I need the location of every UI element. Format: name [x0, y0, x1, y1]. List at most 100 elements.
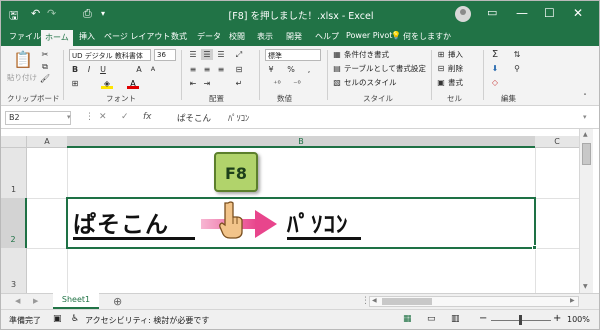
horizontal-scroll-thumb[interactable]: [382, 298, 432, 305]
align-right-icon[interactable]: ≡: [215, 64, 227, 75]
tab-file[interactable]: ファイル: [9, 31, 41, 42]
close-button[interactable]: ✕: [573, 6, 583, 20]
delete-cells-button[interactable]: 削除: [448, 63, 463, 74]
merge-center-icon[interactable]: ⊟: [233, 64, 245, 75]
row-header-1[interactable]: 1: [1, 148, 27, 198]
row-header-3[interactable]: 3: [1, 248, 27, 293]
account-avatar[interactable]: [455, 6, 471, 22]
vertical-scrollbar[interactable]: ▲ ▼: [579, 129, 593, 293]
conditional-format-icon[interactable]: ▦: [331, 49, 343, 60]
paste-icon[interactable]: 📋: [13, 50, 33, 70]
cell-styles-icon[interactable]: ▧: [331, 77, 343, 88]
insert-cells-icon[interactable]: ⊞: [435, 49, 447, 60]
column-header-b[interactable]: B: [67, 136, 535, 148]
copy-icon[interactable]: ⧉: [39, 61, 51, 72]
prev-sheet-icon[interactable]: ◀: [15, 297, 20, 305]
fill-color-icon[interactable]: ◈: [101, 78, 113, 89]
tab-developer[interactable]: 開発: [286, 31, 302, 42]
number-format-select[interactable]: 標準: [265, 49, 321, 61]
fill-handle[interactable]: [532, 245, 537, 250]
increase-indent-icon[interactable]: ⇥: [201, 78, 213, 89]
add-sheet-button[interactable]: ⊕: [113, 295, 122, 308]
tab-home[interactable]: ホーム: [41, 30, 73, 46]
scroll-up-icon[interactable]: ▲: [583, 131, 588, 138]
ribbon-display-button[interactable]: ▭: [487, 6, 497, 19]
align-top-icon[interactable]: ☰: [187, 49, 199, 60]
zoom-out-button[interactable]: −: [479, 313, 487, 324]
page-break-view-icon[interactable]: ▥: [451, 314, 460, 324]
format-cells-button[interactable]: 書式: [448, 77, 463, 88]
macro-record-icon[interactable]: ▣: [53, 314, 62, 324]
delete-cells-icon[interactable]: ⊟: [435, 63, 447, 74]
currency-icon[interactable]: ¥: [265, 64, 277, 75]
conditional-format-button[interactable]: 条件付き書式: [344, 49, 389, 60]
tab-view[interactable]: 表示: [257, 31, 273, 42]
format-table-icon[interactable]: ▤: [331, 63, 343, 74]
shrink-font-button[interactable]: A: [147, 64, 159, 75]
font-color-button[interactable]: A: [127, 78, 139, 89]
paste-button-label[interactable]: 貼り付け: [7, 72, 37, 83]
formula-more-icon[interactable]: ⋮: [85, 112, 94, 122]
fill-icon[interactable]: ⬇: [489, 63, 501, 74]
scroll-down-icon[interactable]: ▼: [583, 283, 588, 290]
autosum-button[interactable]: Σ: [489, 49, 501, 60]
tab-insert[interactable]: 挿入: [79, 31, 95, 42]
align-middle-icon[interactable]: ☰: [201, 49, 213, 60]
find-select-button[interactable]: ⚲: [511, 63, 523, 74]
zoom-slider-thumb[interactable]: [519, 315, 522, 325]
tab-formulas[interactable]: 数式: [171, 31, 187, 42]
tab-data[interactable]: データ: [197, 31, 221, 42]
zoom-in-button[interactable]: +: [553, 313, 561, 324]
tab-help[interactable]: ヘルプ: [315, 31, 339, 42]
format-painter-icon[interactable]: 🖌: [39, 73, 51, 84]
font-size-select[interactable]: 36: [154, 49, 176, 61]
column-header-a[interactable]: A: [27, 136, 67, 148]
align-left-icon[interactable]: ≡: [187, 64, 199, 75]
vertical-scroll-thumb[interactable]: [582, 143, 591, 165]
tell-me-search[interactable]: 何をしますか: [403, 31, 451, 42]
tab-page-layout[interactable]: ページ レイアウト: [104, 31, 170, 42]
cut-icon[interactable]: ✂: [39, 49, 51, 60]
wrap-text-icon[interactable]: ↵: [233, 78, 245, 89]
bold-button[interactable]: B: [69, 64, 81, 75]
row-header-2[interactable]: 2: [1, 198, 27, 248]
sheet-tab-sheet1[interactable]: Sheet1: [53, 293, 99, 309]
tab-review[interactable]: 校閲: [229, 31, 245, 42]
accessibility-icon[interactable]: ♿: [71, 314, 79, 324]
font-name-select[interactable]: UD デジタル 教科書体: [69, 49, 151, 61]
format-as-table-button[interactable]: テーブルとして書式設定: [344, 63, 426, 74]
scroll-left-icon[interactable]: ◀: [372, 297, 377, 304]
minimize-button[interactable]: —: [516, 6, 528, 20]
decrease-indent-icon[interactable]: ⇤: [187, 78, 199, 89]
underline-button[interactable]: U: [97, 64, 109, 75]
name-box-dropdown-icon[interactable]: ▾: [67, 113, 71, 121]
align-center-icon[interactable]: ≡: [201, 64, 213, 75]
expand-formula-bar-icon[interactable]: ▾: [583, 113, 587, 121]
select-all-corner[interactable]: [1, 136, 27, 148]
formula-content[interactable]: ぱそこん ﾊﾟｿｺﾝ: [177, 112, 249, 124]
column-header-c[interactable]: C: [535, 136, 579, 148]
insert-function-button[interactable]: fx: [143, 112, 152, 122]
zoom-level[interactable]: 100%: [567, 315, 590, 324]
align-bottom-icon[interactable]: ☰: [215, 49, 227, 60]
decrease-decimal-icon[interactable]: ⁻⁰: [291, 78, 303, 89]
name-box[interactable]: B2: [5, 111, 71, 125]
grow-font-button[interactable]: A: [133, 64, 145, 75]
tab-power-pivot[interactable]: Power Pivot: [346, 31, 392, 40]
collapse-ribbon-icon[interactable]: ˄: [579, 92, 591, 103]
scroll-right-icon[interactable]: ▶: [570, 297, 575, 304]
increase-decimal-icon[interactable]: ⁺⁰: [271, 78, 283, 89]
italic-button[interactable]: I: [83, 64, 95, 75]
enter-formula-button[interactable]: ✓: [121, 112, 129, 122]
format-cells-icon[interactable]: ▣: [435, 77, 447, 88]
maximize-button[interactable]: ☐: [544, 6, 555, 20]
comma-button[interactable]: ,: [303, 64, 315, 75]
border-icon[interactable]: ⊞: [69, 78, 81, 89]
normal-view-icon[interactable]: ▦: [403, 314, 412, 324]
insert-cells-button[interactable]: 挿入: [448, 49, 463, 60]
clear-icon[interactable]: ◇: [489, 77, 501, 88]
accessibility-status[interactable]: アクセシビリティ: 検討が必要です: [85, 315, 209, 326]
sort-filter-button[interactable]: ⇅: [511, 49, 523, 60]
horizontal-scrollbar[interactable]: ◀ ▶: [369, 296, 579, 307]
orientation-icon[interactable]: ⤢: [233, 49, 245, 60]
